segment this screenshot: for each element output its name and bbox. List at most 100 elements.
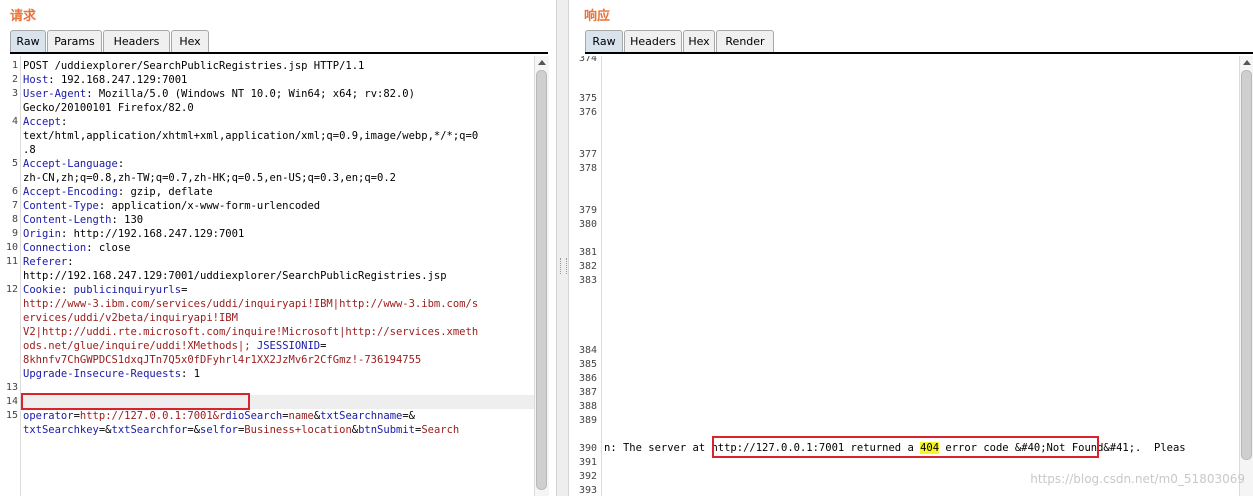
code-token: txtSearchfor <box>111 424 188 436</box>
splitter-grip-icon[interactable] <box>560 258 567 274</box>
code-token: Referer <box>23 256 68 268</box>
code-line: Referer: <box>23 255 74 269</box>
line-number: 12 <box>5 284 18 295</box>
line-number: 388 <box>578 401 597 412</box>
pane-splitter[interactable] <box>556 0 569 496</box>
code-line: Cookie: publicinquiryurls= <box>23 283 187 297</box>
code-token: User-Agent <box>23 88 87 100</box>
line-number: 387 <box>578 387 597 398</box>
line-number: 393 <box>578 485 597 496</box>
response-pane: 响应 Raw Headers Hex Render 374 375 376 377 37… <box>569 0 1253 496</box>
code-token: txtSearchkey <box>23 424 99 436</box>
line-number: 13 <box>5 382 18 393</box>
line-number: 4 <box>11 116 18 127</box>
code-line: txtSearchkey=&txtSearchfor=&selfor=Busin… <box>23 423 459 437</box>
code-token: Content-Length <box>23 214 112 226</box>
tab-headers[interactable]: Headers <box>103 30 170 52</box>
line-number: 389 <box>578 415 597 426</box>
line-number: 2 <box>11 74 18 85</box>
code-line: Gecko/20100101 Firefox/82.0 <box>23 101 194 115</box>
line-number: 380 <box>578 219 597 230</box>
code-line: POST /uddiexplorer/SearchPublicRegistrie… <box>23 59 364 73</box>
response-text-prefix: n: The server at <box>604 442 712 454</box>
code-token: http://192.168.247.129:7001/uddiexplorer… <box>23 270 447 282</box>
code-line: .8 <box>23 143 36 157</box>
line-number: 1 <box>11 60 18 71</box>
code-token: dioSearch <box>225 410 283 422</box>
line-number: 14 <box>5 396 18 407</box>
code-line: text/html,application/xhtml+xml,applicat… <box>23 129 478 143</box>
line-number: 378 <box>578 163 597 174</box>
tab-render[interactable]: Render <box>716 30 774 52</box>
scroll-up-icon[interactable] <box>538 60 546 65</box>
response-title: 响应 <box>584 9 611 24</box>
response-scrollbar[interactable] <box>1239 56 1253 496</box>
request-editor[interactable]: 1 2 3 4 5 6 7 8 9 10 11 12 13 14 15 POST /uddiexplorer… <box>0 56 534 496</box>
code-token: Accept-Encoding <box>23 186 118 198</box>
code-line: User-Agent: Mozilla/5.0 (Windows NT 10.0… <box>23 87 415 101</box>
code-token: POST /uddiexplorer/SearchPublicRegistrie… <box>23 60 365 72</box>
request-pane: 请求 Raw Params Headers Hex 1 2 3 4 5 6 7 8 9 10 11 1… <box>0 0 556 496</box>
code-token: : application/x-www-form-urlencoded <box>98 200 321 212</box>
code-token: Accept <box>23 116 61 128</box>
watermark: https://blog.csdn.net/m0_51803069 <box>1030 472 1245 486</box>
code-token: 8khnfv7ChGWPDCS1dxqJTn7Q5x0fDFyhrl4r1XX2… <box>23 354 422 366</box>
tab-raw[interactable]: Raw <box>10 30 46 52</box>
code-token: btnSubmit <box>358 424 415 436</box>
code-token: Accept-Language <box>23 158 118 170</box>
code-token: .8 <box>23 144 36 156</box>
request-scroll-thumb[interactable] <box>536 70 547 490</box>
code-line: ervices/uddi/v2beta/inquiryapi!IBM <box>23 311 238 325</box>
request-title: 请求 <box>10 9 37 24</box>
code-token: Search <box>421 424 460 436</box>
code-token: : http://192.168.247.129:7001 <box>60 228 245 240</box>
request-scrollbar[interactable] <box>534 56 549 496</box>
code-token: text/html,application/xhtml+xml,applicat… <box>23 130 479 142</box>
scroll-up-icon[interactable] <box>1243 60 1251 65</box>
code-token: Cookie <box>23 284 61 296</box>
code-line: Accept-Encoding: gzip, deflate <box>23 185 213 199</box>
code-token: Upgrade-Insecure-Requests <box>23 368 182 380</box>
tab-headers[interactable]: Headers <box>624 30 682 52</box>
code-token: : 192.168.247.129:7001 <box>48 74 188 86</box>
code-token: operator <box>23 410 74 422</box>
code-line: V2|http://uddi.rte.microsoft.com/inquire… <box>23 325 478 339</box>
code-line: zh-CN,zh;q=0.8,zh-TW;q=0.7,zh-HK;q=0.5,e… <box>23 171 396 185</box>
code-line: ods.net/glue/inquire/uddi!XMethods|; JSE… <box>23 339 326 353</box>
request-tabs: Raw Params Headers Hex <box>10 30 550 53</box>
code-token: =& <box>98 424 112 436</box>
code-line: Connection: close <box>23 241 130 255</box>
tab-raw[interactable]: Raw <box>585 30 623 52</box>
code-token: =& <box>402 410 416 422</box>
code-line: operator=http://127.0.0.1:7001&rdioSearc… <box>23 409 415 423</box>
tab-params[interactable]: Params <box>47 30 102 52</box>
line-number: 391 <box>578 457 597 468</box>
line-number: 382 <box>578 261 597 272</box>
code-token: zh-CN,zh;q=0.8,zh-TW;q=0.7,zh-HK;q=0.5,e… <box>23 172 396 184</box>
tab-hex[interactable]: Hex <box>683 30 715 52</box>
response-editor[interactable]: 374 375 376 377 378 379 380 381 382 383 384 385 386 3… <box>569 56 1239 496</box>
line-number: 3 <box>11 88 18 99</box>
code-token: Connection <box>23 242 87 254</box>
line-number: 11 <box>5 256 18 267</box>
line-number: 390 <box>578 443 597 454</box>
code-token: : <box>60 284 74 296</box>
line-number: 9 <box>11 228 18 239</box>
code-token: selfor <box>200 424 238 436</box>
code-line: Host: 192.168.247.129:7001 <box>23 73 187 87</box>
request-tab-underline <box>10 52 548 54</box>
code-token: : 1 <box>181 368 201 380</box>
code-token: JSESSIONID <box>256 340 321 352</box>
code-token: : <box>67 256 74 268</box>
code-token: V2|http://uddi.rte.microsoft.com/inquire… <box>23 326 479 338</box>
line-number: 7 <box>11 200 18 211</box>
code-token: Content-Type <box>23 200 99 212</box>
response-error-highlight-box <box>712 436 1099 458</box>
line-number: 6 <box>11 186 18 197</box>
line-number: 374 <box>578 56 597 64</box>
response-scroll-thumb[interactable] <box>1241 70 1252 460</box>
code-token: txtSearchname <box>320 410 403 422</box>
tab-hex[interactable]: Hex <box>171 30 209 52</box>
line-number: 379 <box>578 205 597 216</box>
code-token: name <box>288 410 314 422</box>
